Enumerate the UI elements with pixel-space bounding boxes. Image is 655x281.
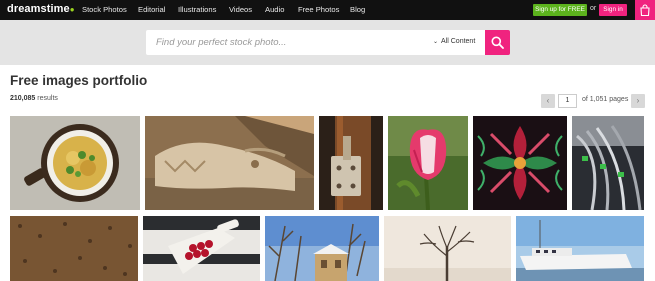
bare-tree-image <box>384 216 511 281</box>
results-number: 210,085 <box>10 95 36 102</box>
network-cables-image <box>572 116 644 210</box>
nav-free-photos[interactable]: Free Photos <box>298 5 339 14</box>
content-filter-label: All Content <box>441 38 476 45</box>
image-thumbnail-white-ship[interactable] <box>516 216 644 281</box>
nav-stock-photos[interactable]: Stock Photos <box>82 5 127 14</box>
image-thumbnail-gratin-dish[interactable] <box>10 116 140 210</box>
search-input[interactable] <box>146 30 426 55</box>
image-thumbnail-bare-tree[interactable] <box>384 216 511 281</box>
chevron-down-icon: ⌄ <box>433 39 439 45</box>
results-label: results <box>37 95 58 102</box>
signin-button[interactable]: Sign in <box>599 4 627 16</box>
soil-texture-image <box>10 216 138 281</box>
top-navigation-bar: dreamstime● Stock Photos Editorial Illus… <box>0 0 655 20</box>
gratin-dish-image <box>10 116 140 210</box>
prev-page-button[interactable]: ‹ <box>541 94 555 108</box>
kaleidoscope-image <box>473 116 567 210</box>
results-count: 210,085 results <box>10 95 58 102</box>
chevron-left-icon: ‹ <box>546 96 550 105</box>
image-thumbnail-rusty-latch[interactable] <box>319 116 383 210</box>
dreamstime-logo[interactable]: dreamstime● <box>7 3 75 15</box>
image-thumbnail-network-cables[interactable] <box>572 116 644 210</box>
search-icon <box>491 36 504 49</box>
shopping-bag-icon <box>640 4 650 16</box>
page-total-label: of 1,051 pages <box>582 96 629 103</box>
content-filter-dropdown[interactable]: ⌄ All Content <box>433 38 475 45</box>
page-number-input[interactable]: 1 <box>558 94 577 108</box>
cart-button[interactable] <box>635 0 655 20</box>
wooden-dragon-image <box>145 116 314 210</box>
search-button[interactable] <box>485 30 510 55</box>
nav-editorial[interactable]: Editorial <box>138 5 165 14</box>
image-thumbnail-kaleidoscope[interactable] <box>473 116 567 210</box>
search-band: ⌄All Content <box>0 20 655 65</box>
page-title: Free images portfolio <box>10 73 148 88</box>
or-label: or <box>590 5 597 12</box>
nav-videos[interactable]: Videos <box>229 5 252 14</box>
image-thumbnail-cherries[interactable] <box>143 216 260 281</box>
chevron-right-icon: › <box>636 96 640 105</box>
white-ship-image <box>516 216 644 281</box>
nav-blog[interactable]: Blog <box>350 5 365 14</box>
cherries-image <box>143 216 260 281</box>
search-box: ⌄All Content <box>146 30 486 55</box>
logo-text: dreamstime <box>7 3 70 15</box>
next-page-button[interactable]: › <box>631 94 645 108</box>
pink-tulip-image <box>388 116 468 210</box>
winter-house-image <box>265 216 379 281</box>
image-thumbnail-pink-tulip[interactable] <box>388 116 468 210</box>
nav-audio[interactable]: Audio <box>265 5 284 14</box>
image-thumbnail-wooden-dragon[interactable] <box>145 116 314 210</box>
image-thumbnail-soil-texture[interactable] <box>10 216 138 281</box>
logo-dot-icon: ● <box>69 5 75 14</box>
signup-button[interactable]: Sign up for FREE <box>533 4 587 16</box>
image-thumbnail-winter-house[interactable] <box>265 216 379 281</box>
rusty-latch-image <box>319 116 383 210</box>
nav-illustrations[interactable]: Illustrations <box>178 5 216 14</box>
